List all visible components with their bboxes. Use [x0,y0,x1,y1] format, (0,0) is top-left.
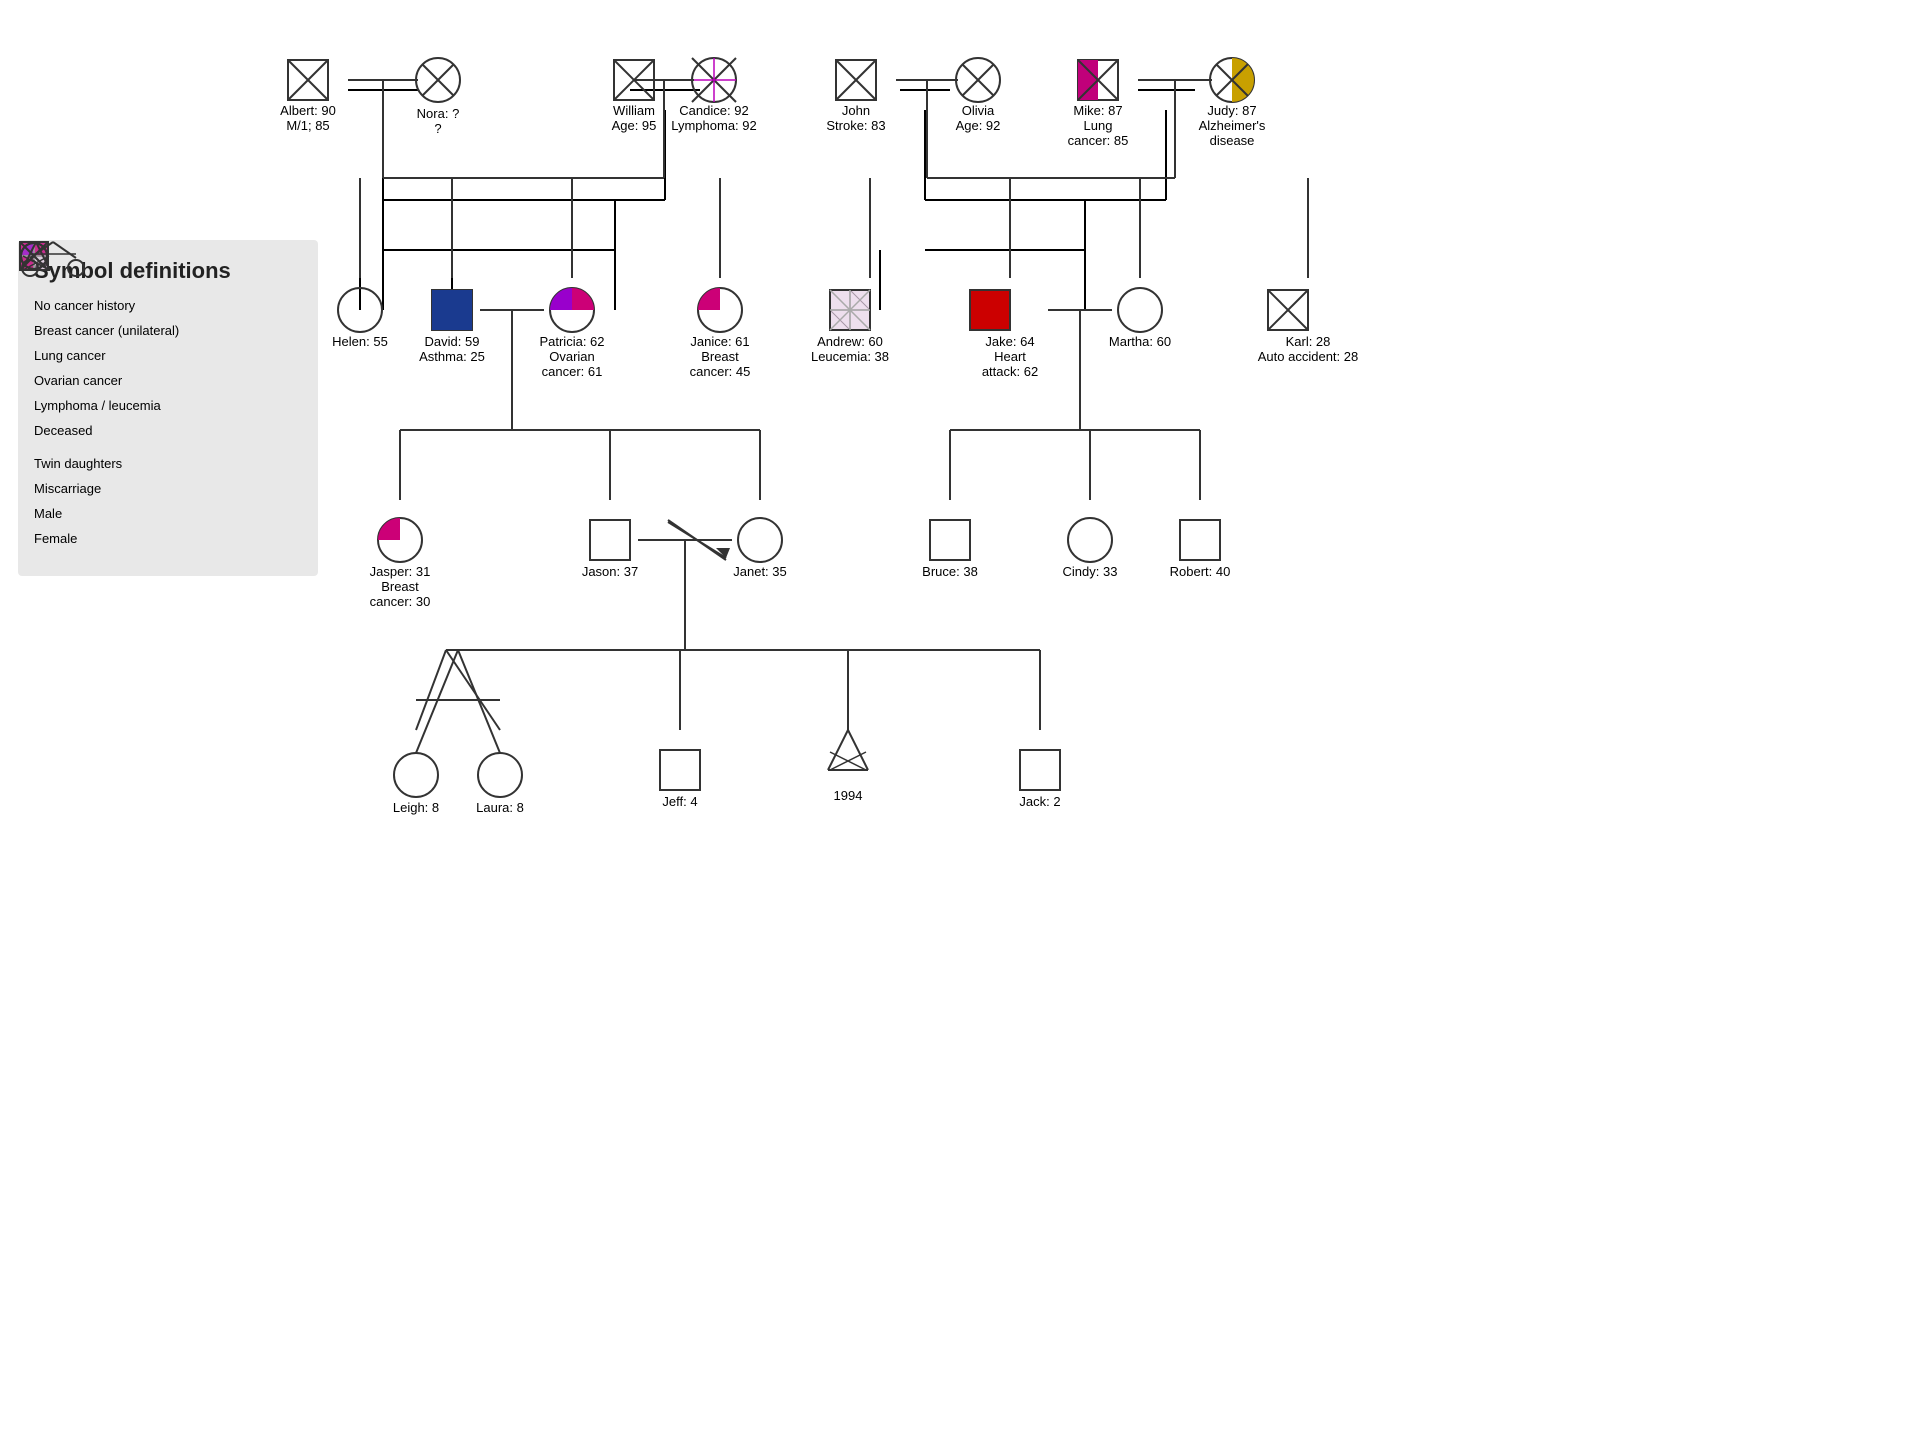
svg-text:Alzheimer's: Alzheimer's [1199,118,1266,133]
svg-text:Age: 92: Age: 92 [956,118,1001,133]
svg-text:Age: 95: Age: 95 [612,118,657,133]
svg-text:Nora: ?: Nora: ? [417,106,460,121]
svg-text:disease: disease [1210,133,1255,148]
svg-text:Lung: Lung [1084,118,1113,133]
svg-text:Mike: 87: Mike: 87 [1073,103,1122,118]
svg-text:Candice: 92: Candice: 92 [679,103,748,118]
svg-text:Lymphoma: 92: Lymphoma: 92 [671,118,757,133]
svg-text:William: William [613,103,655,118]
svg-text:M/1; 85: M/1; 85 [286,118,329,133]
svg-text:?: ? [434,121,441,136]
legend-item-female: Female [34,531,302,546]
svg-text:Albert: 90: Albert: 90 [280,103,336,118]
svg-text:Olivia: Olivia [962,103,995,118]
svg-text:John: John [842,103,870,118]
legend-panel: Symbol definitions No cancer history Bre… [18,240,318,576]
pedigree-container: Albert: 90 M/1; 85 Nora: ? ? William Age… [0,0,1920,1216]
svg-text:Judy: 87: Judy: 87 [1207,103,1256,118]
svg-text:cancer: 85: cancer: 85 [1068,133,1129,148]
svg-text:Stroke: 83: Stroke: 83 [826,118,885,133]
